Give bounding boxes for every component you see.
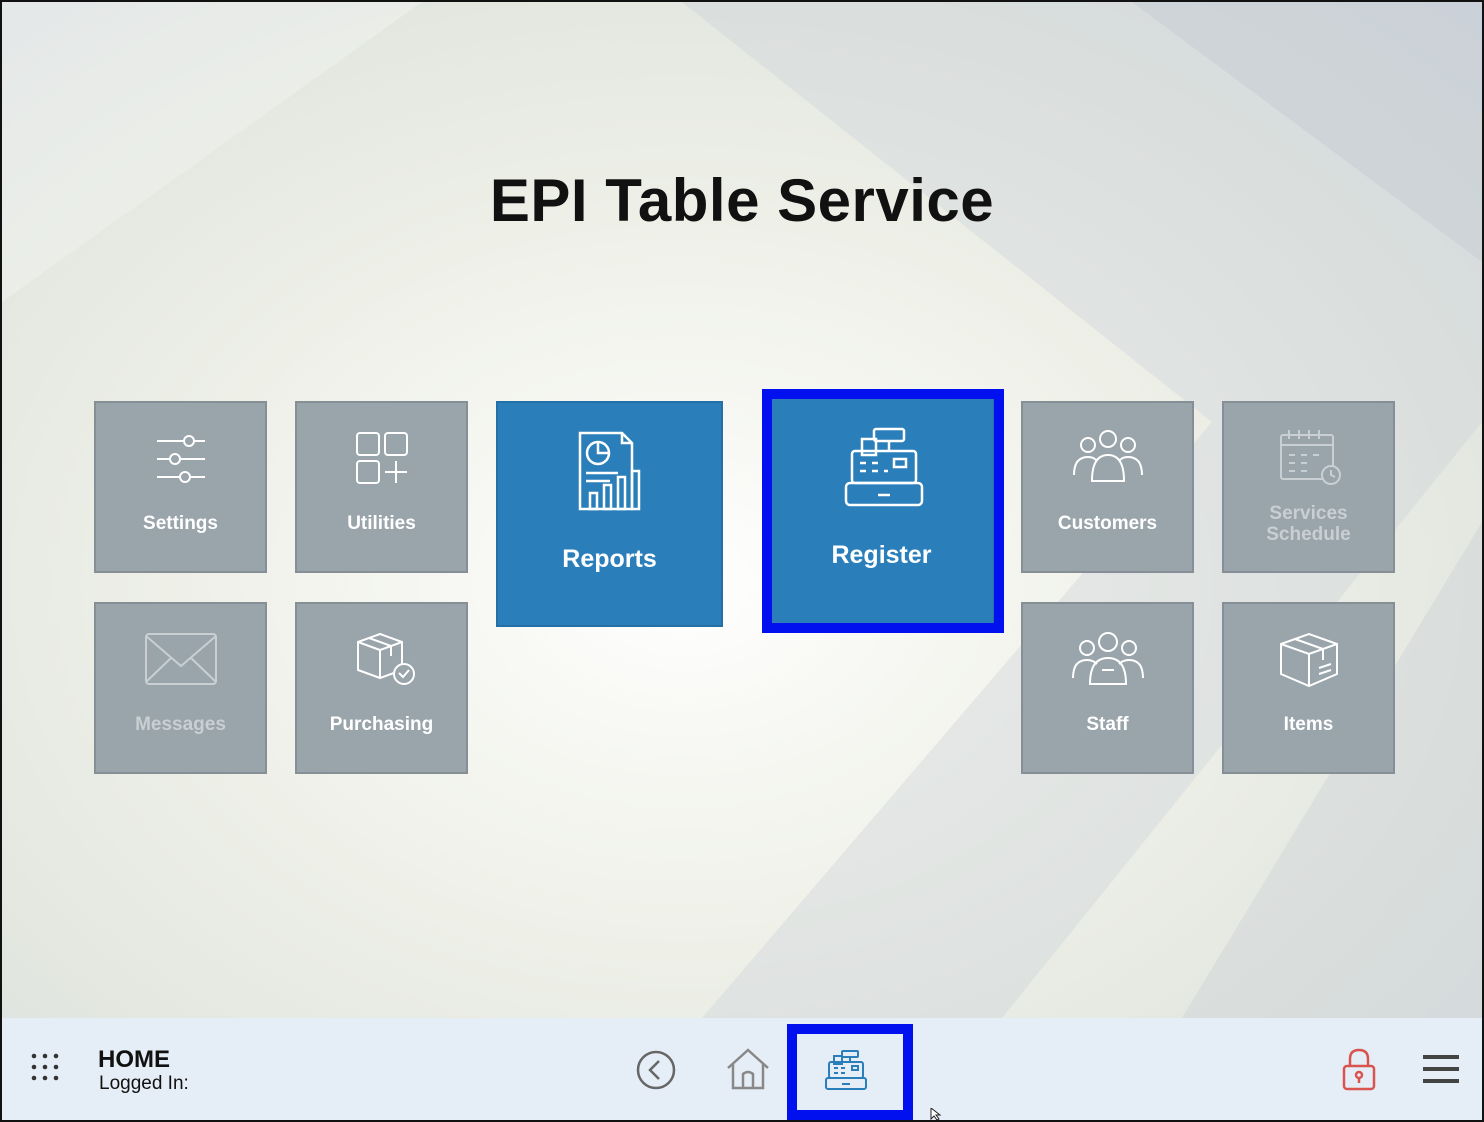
services-schedule-tile[interactable]: Services Schedule: [1222, 401, 1395, 573]
reports-label: Reports: [562, 545, 657, 573]
purchasing-label: Purchasing: [329, 714, 434, 735]
services-schedule-line1: Services: [1269, 503, 1348, 524]
mouse-cursor-icon: [930, 1108, 942, 1120]
staff-group-icon: [1071, 632, 1144, 685]
messages-label: Messages: [135, 714, 226, 735]
register-selection-highlight: [762, 389, 1004, 633]
home-icon[interactable]: [724, 1046, 772, 1092]
customers-tile[interactable]: Customers: [1021, 401, 1194, 573]
logged-in-label: Logged In:: [99, 1073, 189, 1094]
bottom-navigation-bar: HOME Logged In:: [2, 1018, 1482, 1120]
register-nav-selection-highlight: [787, 1024, 913, 1120]
sliders-icon: [156, 435, 205, 483]
customers-label: Customers: [1057, 513, 1158, 534]
package-icon: [1279, 632, 1338, 688]
purchasing-tile[interactable]: Purchasing: [295, 602, 468, 774]
group-icon: [1072, 430, 1143, 482]
lock-icon[interactable]: [1339, 1046, 1379, 1092]
reports-tile[interactable]: Reports: [496, 401, 723, 627]
messages-tile[interactable]: Messages: [94, 602, 267, 774]
hamburger-menu-icon[interactable]: [1420, 1052, 1462, 1086]
services-schedule-line2: Schedule: [1266, 524, 1351, 545]
services-schedule-label: Services Schedule: [1224, 503, 1393, 545]
current-page-label: HOME: [98, 1046, 170, 1073]
settings-label: Settings: [143, 513, 218, 534]
box-check-icon: [356, 632, 415, 685]
utilities-tile[interactable]: Utilities: [295, 401, 468, 573]
apps-grid-icon[interactable]: [30, 1052, 60, 1082]
calendar-clock-icon: [1279, 430, 1341, 485]
settings-tile[interactable]: Settings: [94, 401, 267, 573]
grid-plus-icon: [355, 432, 408, 484]
report-chart-icon: [578, 431, 640, 511]
items-tile[interactable]: Items: [1222, 602, 1395, 774]
items-label: Items: [1283, 714, 1334, 735]
utilities-label: Utilities: [347, 513, 416, 534]
page-title: EPI Table Service: [489, 167, 995, 234]
back-icon[interactable]: [634, 1048, 678, 1092]
envelope-icon: [144, 633, 217, 685]
staff-tile[interactable]: Staff: [1021, 602, 1194, 774]
app-window: EPI Table Service Settings Utilities Rep…: [0, 0, 1484, 1122]
staff-label: Staff: [1086, 714, 1129, 735]
